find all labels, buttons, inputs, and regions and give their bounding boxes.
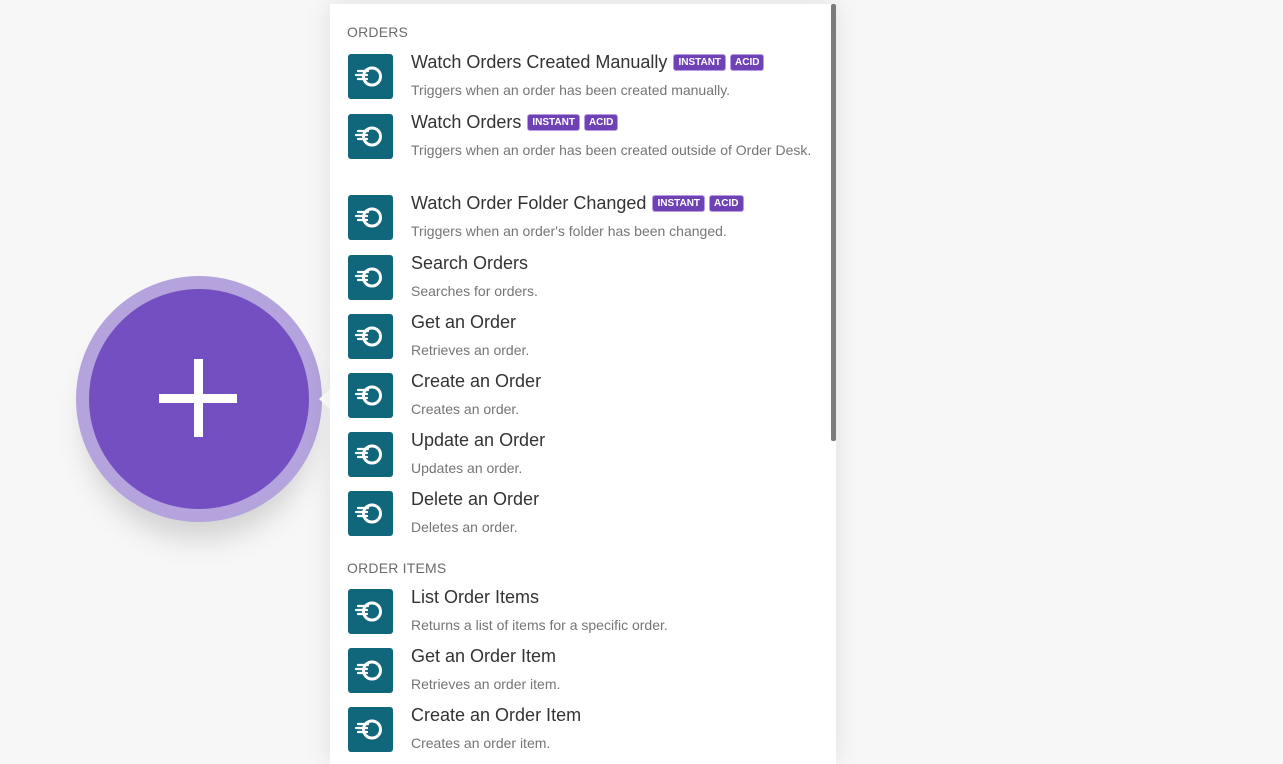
- order-desk-app-icon: [348, 432, 393, 477]
- acid-badge: ACID: [583, 114, 619, 131]
- section-title-orders: ORDERS: [347, 24, 409, 40]
- module-title: Delete an Order: [411, 489, 540, 509]
- module-title: Get an Order Item: [411, 646, 557, 666]
- panel-pointer: [319, 389, 330, 409]
- module-description: Creates an order item.: [411, 735, 551, 751]
- module-title: Watch Order Folder Changed INSTANT ACID: [411, 193, 744, 214]
- order-desk-app-icon: [348, 373, 393, 418]
- acid-badge: ACID: [709, 195, 744, 212]
- module-description: Deletes an order.: [411, 519, 518, 535]
- order-desk-app-icon: [348, 114, 393, 159]
- section-title-order-items: ORDER ITEMS: [347, 560, 447, 576]
- panel-scrollbar[interactable]: [831, 4, 836, 441]
- module-description: Updates an order.: [411, 460, 523, 476]
- module-description: Triggers when an order's folder has been…: [411, 223, 727, 239]
- order-desk-app-icon: [348, 707, 393, 752]
- module-description: Searches for orders.: [411, 283, 538, 299]
- module-description: Triggers when an order has been created …: [411, 82, 731, 98]
- order-desk-app-icon: [348, 54, 393, 99]
- acid-badge: ACID: [730, 54, 765, 71]
- order-desk-app-icon: [348, 255, 393, 300]
- module-title: Watch Orders INSTANT ACID: [411, 112, 619, 133]
- module-title: Search Orders: [411, 253, 529, 273]
- module-description: Retrieves an order item.: [411, 676, 561, 692]
- order-desk-app-icon: [348, 195, 393, 240]
- module-title: Create an Order Item: [411, 705, 582, 725]
- module-title: Update an Order: [411, 430, 546, 450]
- instant-badge: INSTANT: [652, 195, 706, 212]
- module-title: Get an Order: [411, 312, 517, 332]
- add-module-ring: [76, 276, 322, 522]
- module-title: List Order Items: [411, 587, 540, 607]
- order-desk-app-icon: [348, 314, 393, 359]
- module-picker-panel: ORDERS Watch Orders Created Manually INST…: [330, 4, 836, 764]
- add-module-button[interactable]: [89, 289, 309, 509]
- order-desk-app-icon: [348, 491, 393, 536]
- module-description: Triggers when an order has been created …: [411, 142, 812, 158]
- order-desk-app-icon: [348, 589, 393, 634]
- order-desk-app-icon: [348, 648, 393, 693]
- module-description: Creates an order.: [411, 401, 520, 417]
- module-description: Retrieves an order.: [411, 342, 530, 358]
- module-description: Returns a list of items for a specific o…: [411, 617, 668, 633]
- module-title: Watch Orders Created Manually INSTANT ACID: [411, 52, 765, 73]
- instant-badge: INSTANT: [673, 54, 727, 71]
- instant-badge: INSTANT: [527, 114, 580, 131]
- module-title: Create an Order: [411, 371, 542, 391]
